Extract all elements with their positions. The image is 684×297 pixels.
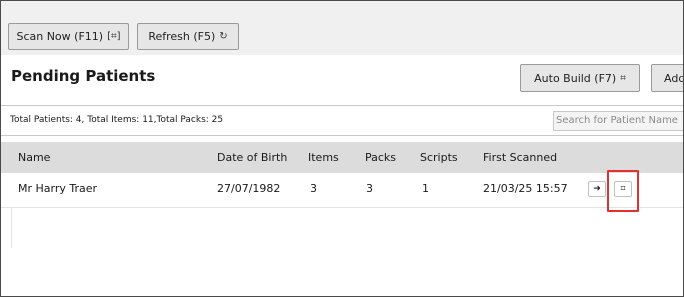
toolbar: Scan Now (F11) [⌗] Refresh (F5) ↻ (1, 1, 683, 55)
auto-build-button[interactable]: Auto Build (F7) ⌗ (520, 64, 640, 92)
header-dob: Date of Birth (217, 151, 288, 164)
table-row[interactable]: Mr Harry Traer 27/07/1982 3 3 1 21/03/25… (1, 173, 683, 208)
cell-first-scanned: 21/03/25 15:57 (483, 182, 568, 195)
refresh-button[interactable]: Refresh (F5) ↻ (137, 23, 239, 50)
header-packs: Packs (365, 151, 397, 164)
divider (1, 208, 12, 248)
auto-build-label: Auto Build (F7) (534, 71, 617, 85)
scan-icon: ⌗ (620, 72, 626, 84)
header-scripts: Scripts (420, 151, 458, 164)
header-first-scanned: First Scanned (483, 151, 558, 164)
scan-icon: [⌗] (107, 31, 121, 42)
header-items: Items (308, 151, 339, 164)
app-window: Scan Now (F11) [⌗] Refresh (F5) ↻ Pendin… (0, 0, 684, 297)
scan-now-label: Scan Now (F11) (16, 30, 104, 43)
table-header: Name Date of Birth Items Packs Scripts F… (1, 142, 683, 173)
scan-now-button[interactable]: Scan Now (F11) [⌗] (8, 23, 129, 50)
add-label: Add (664, 71, 684, 85)
refresh-label: Refresh (F5) (148, 30, 216, 43)
add-button[interactable]: Add (651, 64, 684, 92)
arrow-right-icon: ➜ (593, 184, 601, 194)
cell-packs: 3 (366, 182, 373, 195)
cell-dob: 27/07/1982 (217, 182, 281, 195)
summary-bar: Total Patients: 4, Total Items: 11,Total… (1, 105, 683, 136)
cell-name: Mr Harry Traer (18, 182, 98, 195)
header-name: Name (18, 151, 51, 164)
totals-text: Total Patients: 4, Total Items: 11,Total… (10, 115, 224, 125)
patient-search-input[interactable]: Search for Patient Name (553, 111, 683, 131)
refresh-icon: ↻ (219, 31, 228, 42)
highlight-box (607, 170, 639, 212)
open-patient-button[interactable]: ➜ (588, 181, 606, 197)
cell-scripts: 1 (422, 182, 429, 195)
cell-items: 3 (310, 182, 317, 195)
page-title: Pending Patients (11, 67, 156, 85)
